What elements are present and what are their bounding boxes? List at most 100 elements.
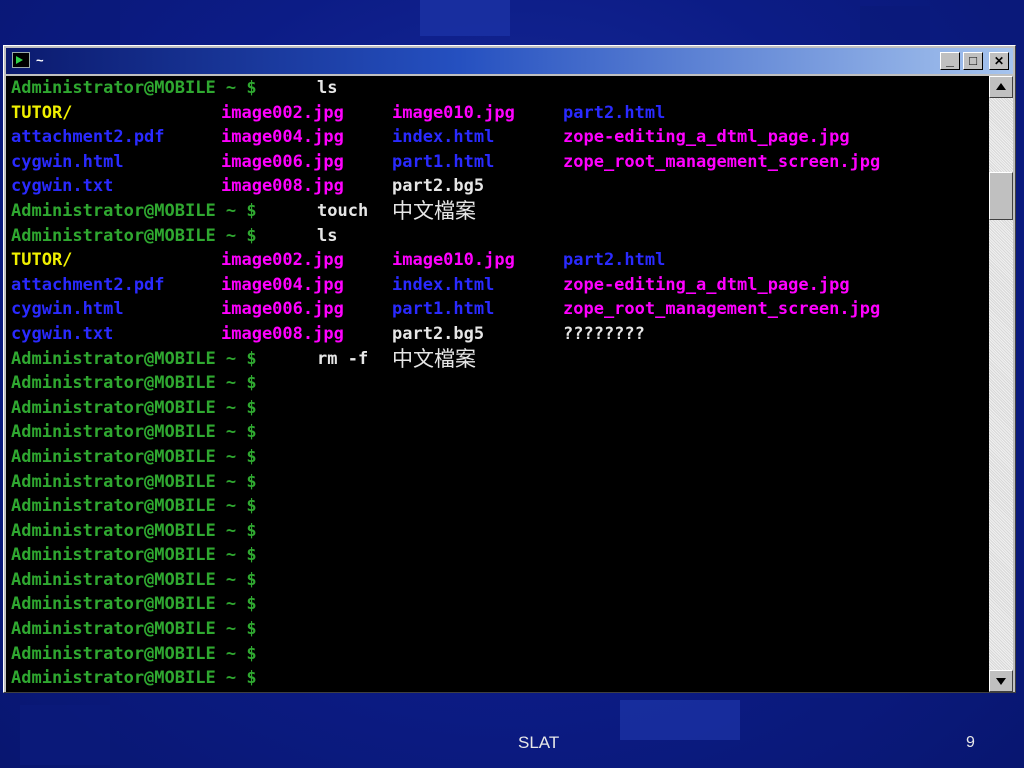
terminal-text: cygwin.html xyxy=(11,299,124,320)
maximize-icon: □ xyxy=(969,53,977,68)
shell-prompt: Administrator@MOBILE ~ $ xyxy=(11,619,257,640)
terminal-text: image008.jpg xyxy=(221,176,344,197)
background-shape xyxy=(20,705,110,765)
shell-prompt: Administrator@MOBILE ~ $ xyxy=(11,348,257,369)
maximize-button[interactable]: □ xyxy=(963,52,983,70)
terminal-text: TUTOR/ xyxy=(11,250,73,271)
terminal-text: 中文檔案 xyxy=(392,346,476,371)
terminal-text: cygwin.txt xyxy=(11,323,114,344)
terminal-text: zope-editing_a_dtml_page.jpg xyxy=(563,274,850,295)
terminal-text: image002.jpg xyxy=(221,102,344,123)
terminal-line: Administrator@MOBILE ~ $ xyxy=(6,420,991,445)
shell-prompt: Administrator@MOBILE ~ $ xyxy=(11,496,257,517)
terminal-line: Administrator@MOBILE ~ $ rm -f 中文檔案 xyxy=(6,347,991,372)
shell-prompt: Administrator@MOBILE ~ $ xyxy=(11,200,257,221)
background-shape xyxy=(60,0,120,40)
terminal-text: ls xyxy=(317,78,338,98)
shell-prompt: Administrator@MOBILE ~ $ xyxy=(11,78,257,98)
close-button[interactable]: ✕ xyxy=(989,52,1009,70)
terminal-text: cygwin.txt xyxy=(11,176,114,197)
terminal-line: Administrator@MOBILE ~ $ xyxy=(6,519,991,544)
terminal-text: image006.jpg xyxy=(221,299,344,320)
terminal-line: TUTOR/image002.jpg image010.jpg part2.html xyxy=(6,101,991,126)
scrollbar-thumb[interactable] xyxy=(989,172,1013,220)
arrow-up-icon[interactable] xyxy=(989,76,1013,98)
terminal-text: image004.jpg xyxy=(221,274,344,295)
terminal-text: TUTOR/ xyxy=(11,102,73,123)
background-shape xyxy=(860,6,930,40)
terminal-line: Administrator@MOBILE ~ $ xyxy=(6,642,991,667)
terminal-line: cygwin.html image006.jpg part1.html zope_ro… xyxy=(6,297,991,322)
terminal-line: Administrator@MOBILE ~ $ xyxy=(6,617,991,642)
terminal-text: image004.jpg xyxy=(221,127,344,148)
shell-prompt: Administrator@MOBILE ~ $ xyxy=(11,594,257,615)
terminal-line: cygwin.txt image008.jpg part2.bg5???????? xyxy=(6,322,991,347)
page-number: 9 xyxy=(966,734,975,751)
terminal-text: part2.bg5 xyxy=(392,323,485,344)
shell-prompt: Administrator@MOBILE ~ $ xyxy=(11,643,257,664)
terminal-text: ???????? xyxy=(563,323,645,344)
terminal-text: rm -f xyxy=(317,348,369,369)
terminal-text: image006.jpg xyxy=(221,151,344,172)
terminal-line: Administrator@MOBILE ~ $ ls xyxy=(6,76,991,101)
terminal-line: Administrator@MOBILE ~ $ xyxy=(6,592,991,617)
terminal-line: Administrator@MOBILE ~ $ xyxy=(6,666,991,691)
terminal-text: image008.jpg xyxy=(221,323,344,344)
terminal-line: Administrator@MOBILE ~ $ ls xyxy=(6,224,991,249)
title-bar[interactable]: ~ _ □ ✕ xyxy=(6,48,1013,74)
shell-prompt: Administrator@MOBILE ~ $ xyxy=(11,225,257,246)
terminal-line: attachment2.pdf image004.jpg index.html zop… xyxy=(6,125,991,150)
shell-prompt: Administrator@MOBILE ~ $ xyxy=(11,397,257,418)
terminal-text: zope-editing_a_dtml_page.jpg xyxy=(563,127,850,148)
terminal-text: zope_root_management_screen.jpg xyxy=(563,151,881,172)
shell-prompt: Administrator@MOBILE ~ $ xyxy=(11,422,257,443)
background-shape xyxy=(620,700,740,740)
terminal-line: Administrator@MOBILE ~ $ xyxy=(6,396,991,421)
terminal-line: Administrator@MOBILE ~ $ xyxy=(6,494,991,519)
terminal-text: 中文檔案 xyxy=(392,198,476,223)
terminal-line: Administrator@MOBILE ~ $ xyxy=(6,568,991,593)
terminal-line: Administrator@MOBILE ~ $ xyxy=(6,543,991,568)
terminal-text: image002.jpg xyxy=(221,250,344,271)
terminal-window: ~ _ □ ✕ Administrator@MOBILE ~ $ ls TUTOR/… xyxy=(3,45,1016,693)
terminal-icon[interactable] xyxy=(12,52,30,68)
terminal-text: cygwin.html xyxy=(11,151,124,172)
terminal-line: TUTOR/image002.jpg image010.jpg part2.html xyxy=(6,248,991,273)
minimize-button[interactable]: _ xyxy=(940,52,960,70)
shell-prompt: Administrator@MOBILE ~ $ xyxy=(11,471,257,492)
terminal-line: attachment2.pdf image004.jpg index.html zop… xyxy=(6,273,991,298)
shell-prompt: Administrator@MOBILE ~ $ xyxy=(11,520,257,541)
arrow-down-icon[interactable] xyxy=(989,670,1013,692)
terminal-text: attachment2.pdf xyxy=(11,274,165,295)
shell-prompt: Administrator@MOBILE ~ $ xyxy=(11,446,257,467)
terminal-line: Administrator@MOBILE ~ $ touch 中文檔案 xyxy=(6,199,991,224)
terminal-text: part1.html xyxy=(392,151,495,172)
terminal-line: Administrator@MOBILE ~ $ xyxy=(6,445,991,470)
terminal-text: part2.html xyxy=(563,250,666,271)
background-shape xyxy=(420,0,510,36)
vertical-scrollbar[interactable] xyxy=(989,76,1013,692)
shell-prompt: Administrator@MOBILE ~ $ xyxy=(11,569,257,590)
terminal-text: index.html xyxy=(392,127,495,148)
terminal-text: attachment2.pdf xyxy=(11,127,165,148)
terminal-text: image010.jpg xyxy=(392,250,515,271)
terminal-text: ls xyxy=(317,225,338,246)
terminal-text: index.html xyxy=(392,274,495,295)
terminal-text: part1.html xyxy=(392,299,495,320)
shell-prompt: Administrator@MOBILE ~ $ xyxy=(11,545,257,566)
terminal-line: Administrator@MOBILE ~ $ xyxy=(6,470,991,495)
terminal-text: part2.bg5 xyxy=(392,176,485,197)
minimize-icon: _ xyxy=(946,52,954,68)
window-title: ~ xyxy=(36,53,44,68)
terminal-line: cygwin.txt image008.jpg part2.bg5 xyxy=(6,174,991,199)
terminal-line: Administrator@MOBILE ~ $ xyxy=(6,371,991,396)
background-shape xyxy=(810,698,860,740)
terminal-text: touch xyxy=(317,200,369,221)
terminal-text: image010.jpg xyxy=(392,102,515,123)
terminal-output[interactable]: Administrator@MOBILE ~ $ ls TUTOR/image002… xyxy=(6,76,991,692)
terminal-line: cygwin.html image006.jpg part1.html zope_ro… xyxy=(6,150,991,175)
terminal-text: part2.html xyxy=(563,102,666,123)
shell-prompt: Administrator@MOBILE ~ $ xyxy=(11,668,257,689)
shell-prompt: Administrator@MOBILE ~ $ xyxy=(11,373,257,394)
slide-footer: SLAT xyxy=(518,733,560,752)
